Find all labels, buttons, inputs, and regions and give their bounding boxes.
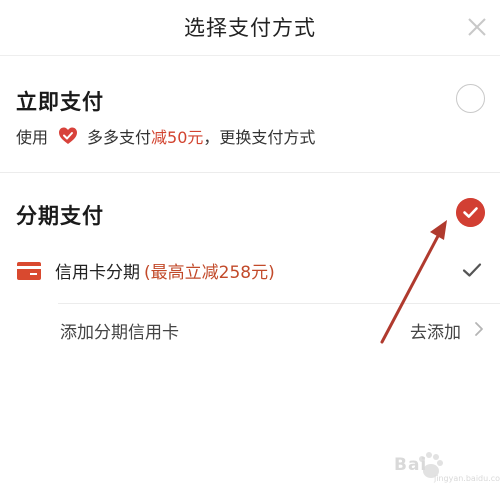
- watermark-subtext: jingyan.baidu.com: [434, 474, 500, 483]
- chevron-right-icon[interactable]: [474, 321, 484, 337]
- watermark-text: Bai: [394, 455, 428, 475]
- instant-pay-desc[interactable]: 使用 多多支付 减50元 ，更换支付方式: [16, 123, 315, 149]
- add-card-link[interactable]: 去添加: [410, 318, 461, 343]
- add-installment-card-label[interactable]: 添加分期信用卡: [60, 318, 179, 343]
- dialog-title: 选择支付方式: [184, 16, 316, 40]
- annotation-arrow: [380, 220, 447, 344]
- credit-promo-text: (最高立减258元): [144, 263, 275, 283]
- heart-wallet-icon: [59, 127, 78, 144]
- credit-installment-label: 信用卡分期: [55, 263, 140, 283]
- discount-text: 减50元: [151, 128, 204, 147]
- section-divider: [0, 172, 500, 173]
- installment-checked-icon[interactable]: [456, 198, 485, 227]
- row-divider: [58, 303, 500, 304]
- desc-prefix: 使用: [16, 128, 49, 147]
- instant-pay-radio[interactable]: [456, 84, 485, 113]
- wallet-name: 多多支付: [87, 128, 152, 147]
- credit-installment-row[interactable]: 信用卡分期 (最高立减258元): [55, 258, 275, 283]
- check-icon: [462, 263, 482, 277]
- change-method-text[interactable]: ，更换支付方式: [203, 124, 315, 148]
- dialog-header: 选择支付方式: [0, 0, 500, 56]
- installment-title[interactable]: 分期支付: [16, 200, 104, 230]
- credit-card-icon: [17, 262, 41, 280]
- close-icon[interactable]: [466, 16, 488, 38]
- instant-pay-title[interactable]: 立即支付: [16, 86, 104, 116]
